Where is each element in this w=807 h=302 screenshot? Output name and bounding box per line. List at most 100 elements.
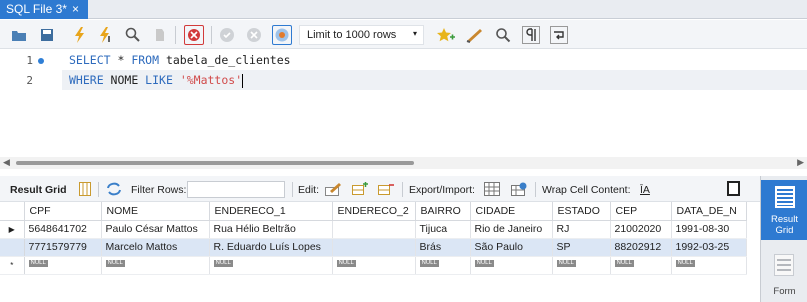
row-marker[interactable] [0,238,25,257]
stop-icon[interactable] [151,26,169,44]
invisible-chars-icon[interactable] [522,26,540,44]
panel-label-line: Result [771,214,798,225]
column-header-cpf[interactable]: CPF [24,202,102,221]
wrap-icon[interactable] [550,26,568,44]
table-cell[interactable]: NULL [101,256,210,275]
header-row: CPF NOME ENDERECO_1 ENDERECO_2 BAIRRO CI… [0,202,747,221]
result-grid-panel-button[interactable]: Result Grid [761,180,807,240]
table-cell[interactable]: NULL [552,256,611,275]
column-header-estado[interactable]: ESTADO [552,202,611,221]
rollback-icon[interactable] [245,26,263,44]
panel-label-line: Grid [775,225,794,236]
favorite-add-icon[interactable] [437,26,455,44]
column-header-bairro[interactable]: BAIRRO [415,202,471,221]
execute-icon[interactable] [71,26,89,44]
table-cell[interactable]: 1991-08-30 [671,220,747,239]
table-cell[interactable]: 5648641702 [24,220,102,239]
column-header-endereco-1[interactable]: ENDERECO_1 [209,202,333,221]
table-cell[interactable]: Rio de Janeiro [470,220,553,239]
null-badge: NULL [474,260,494,267]
table-cell[interactable]: 7771579779 [24,238,102,257]
column-header-cep[interactable]: CEP [610,202,672,221]
table-cell[interactable]: NULL [470,256,553,275]
table-cell[interactable]: 1992-03-25 [671,238,747,257]
table-cell[interactable]: NULL [24,256,102,275]
column-header-endereco-2[interactable]: ENDERECO_2 [332,202,416,221]
insert-row-icon[interactable] [352,181,368,197]
wrap-cell-toggle-icon[interactable]: ĪA [640,184,650,196]
find-icon[interactable] [494,26,512,44]
code-line-2[interactable]: WHERE NOME LIKE '%Mattos' [62,70,807,90]
refresh-icon[interactable] [106,181,122,197]
null-badge: NULL [213,260,233,267]
table-cell[interactable]: 21002020 [610,220,672,239]
scrollbar-thumb[interactable] [16,161,414,165]
scroll-left-icon[interactable]: ◀ [3,157,10,168]
editor-horizontal-scrollbar[interactable]: ◀ ▶ [0,157,807,169]
result-grid-label: Result Grid [10,184,67,196]
result-toolbar: Result Grid Filter Rows: Edit: Export/Im… [0,176,760,202]
filter-rows-label: Filter Rows: [131,184,187,196]
import-icon[interactable] [511,181,527,197]
limit-rows-value: Limit to 1000 rows [307,29,397,41]
result-grid[interactable]: CPF NOME ENDERECO_1 ENDERECO_2 BAIRRO CI… [0,202,747,302]
edit-row-icon[interactable] [325,181,341,197]
folder-open-icon[interactable] [10,26,28,44]
export-icon[interactable] [484,181,500,197]
execute-cursor-icon[interactable] [97,26,115,44]
keyword: SELECT [69,53,111,67]
autocommit-icon[interactable] [272,25,292,45]
table-cell[interactable]: NULL [415,256,471,275]
null-badge: NULL [614,260,634,267]
limit-rows-select[interactable]: Limit to 1000 rows ▾ [299,25,424,45]
table-cell[interactable]: SP [552,238,611,257]
table-cell[interactable]: RJ [552,220,611,239]
table-cell[interactable]: R. Eduardo Luís Lopes [209,238,333,257]
table-cell[interactable]: 88202912 [610,238,672,257]
delete-row-icon[interactable] [378,181,394,197]
table-cell[interactable] [332,238,416,257]
close-tab-icon[interactable]: × [72,2,79,16]
filter-rows-input[interactable] [187,181,285,198]
table-cell[interactable] [332,220,416,239]
string-literal: '%Mattos' [179,73,243,87]
beautify-icon[interactable] [466,26,484,44]
table-cell[interactable]: Marcelo Mattos [101,238,210,257]
tab-sql-file-3[interactable]: SQL File 3* × [0,0,88,19]
scroll-right-icon[interactable]: ▶ [797,157,804,168]
edit-label: Edit: [298,184,320,196]
result-grid-panel-label: Result Grid [761,214,807,236]
table-cell[interactable]: Tijuca [415,220,471,239]
current-row-marker-icon[interactable]: ▶ [0,220,25,239]
table-row[interactable]: ▶ 5648641702 Paulo César Mattos Rua Héli… [0,220,747,239]
result-grid-icon [775,186,795,208]
save-icon[interactable] [38,26,56,44]
toggle-continue-icon[interactable] [184,25,204,45]
table-cell[interactable]: Rua Hélio Beltrão [209,220,333,239]
table-cell[interactable]: NULL [671,256,747,275]
toggle-panel-icon[interactable] [727,181,740,196]
statement-marker-icon [38,58,44,64]
grid-view-icon[interactable] [77,181,93,197]
toolbar-separator [402,182,403,197]
column-header-data-de-nascimento[interactable]: DATA_DE_N [671,202,747,221]
form-editor-panel-button[interactable]: Form [761,246,807,302]
column-header-cidade[interactable]: CIDADE [470,202,553,221]
table-cell[interactable]: NULL [209,256,333,275]
table-row[interactable]: 7771579779 Marcelo Mattos R. Eduardo Luí… [0,238,747,257]
table-cell[interactable]: Paulo César Mattos [101,220,210,239]
explain-icon[interactable] [124,26,142,44]
new-row[interactable]: * NULL NULL NULL NULL NULL NULL NULL NUL… [0,256,747,275]
code-line-1[interactable]: SELECT * FROM tabela_de_clientes [62,50,807,70]
column-header-nome[interactable]: NOME [101,202,210,221]
table-cell[interactable]: NULL [332,256,416,275]
table-cell[interactable]: Brás [415,238,471,257]
table-cell[interactable]: São Paulo [470,238,553,257]
toolbar-separator [211,26,212,44]
table-cell[interactable]: NULL [610,256,672,275]
new-row-marker[interactable]: * [0,256,25,275]
commit-icon[interactable] [218,26,236,44]
sql-editor[interactable]: 1 2 SELECT * FROM tabela_de_clientes WHE… [0,49,807,157]
keyword: LIKE [145,73,173,87]
